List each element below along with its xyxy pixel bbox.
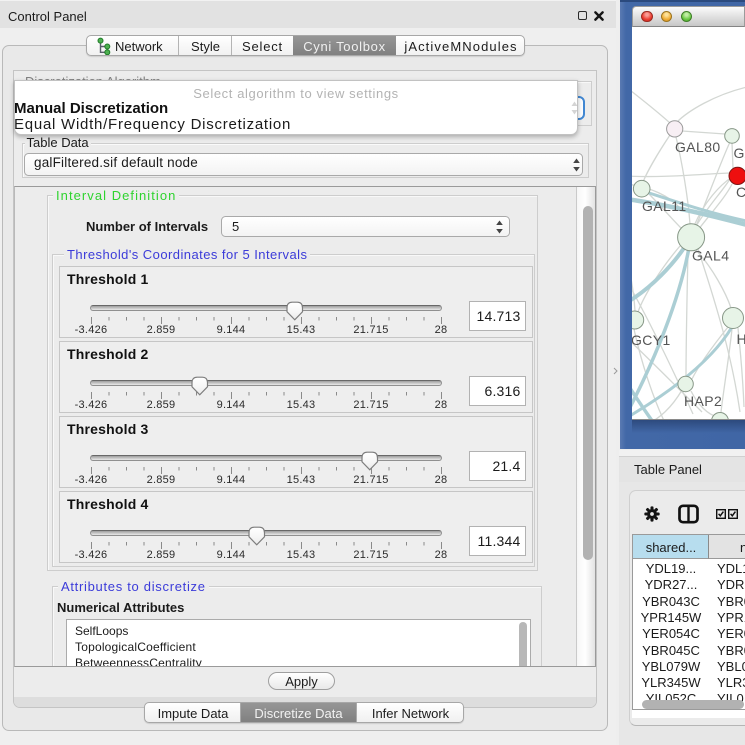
svg-text:H: H [737, 331, 745, 347]
svg-text:HAP2: HAP2 [684, 393, 722, 409]
svg-text:GA: GA [734, 145, 745, 161]
svg-text:C: C [736, 184, 745, 200]
svg-text:GAL11: GAL11 [642, 198, 687, 214]
svg-text:GAL80: GAL80 [675, 139, 721, 155]
svg-text:GCY1: GCY1 [632, 332, 671, 348]
svg-text:GAL4: GAL4 [692, 248, 729, 264]
